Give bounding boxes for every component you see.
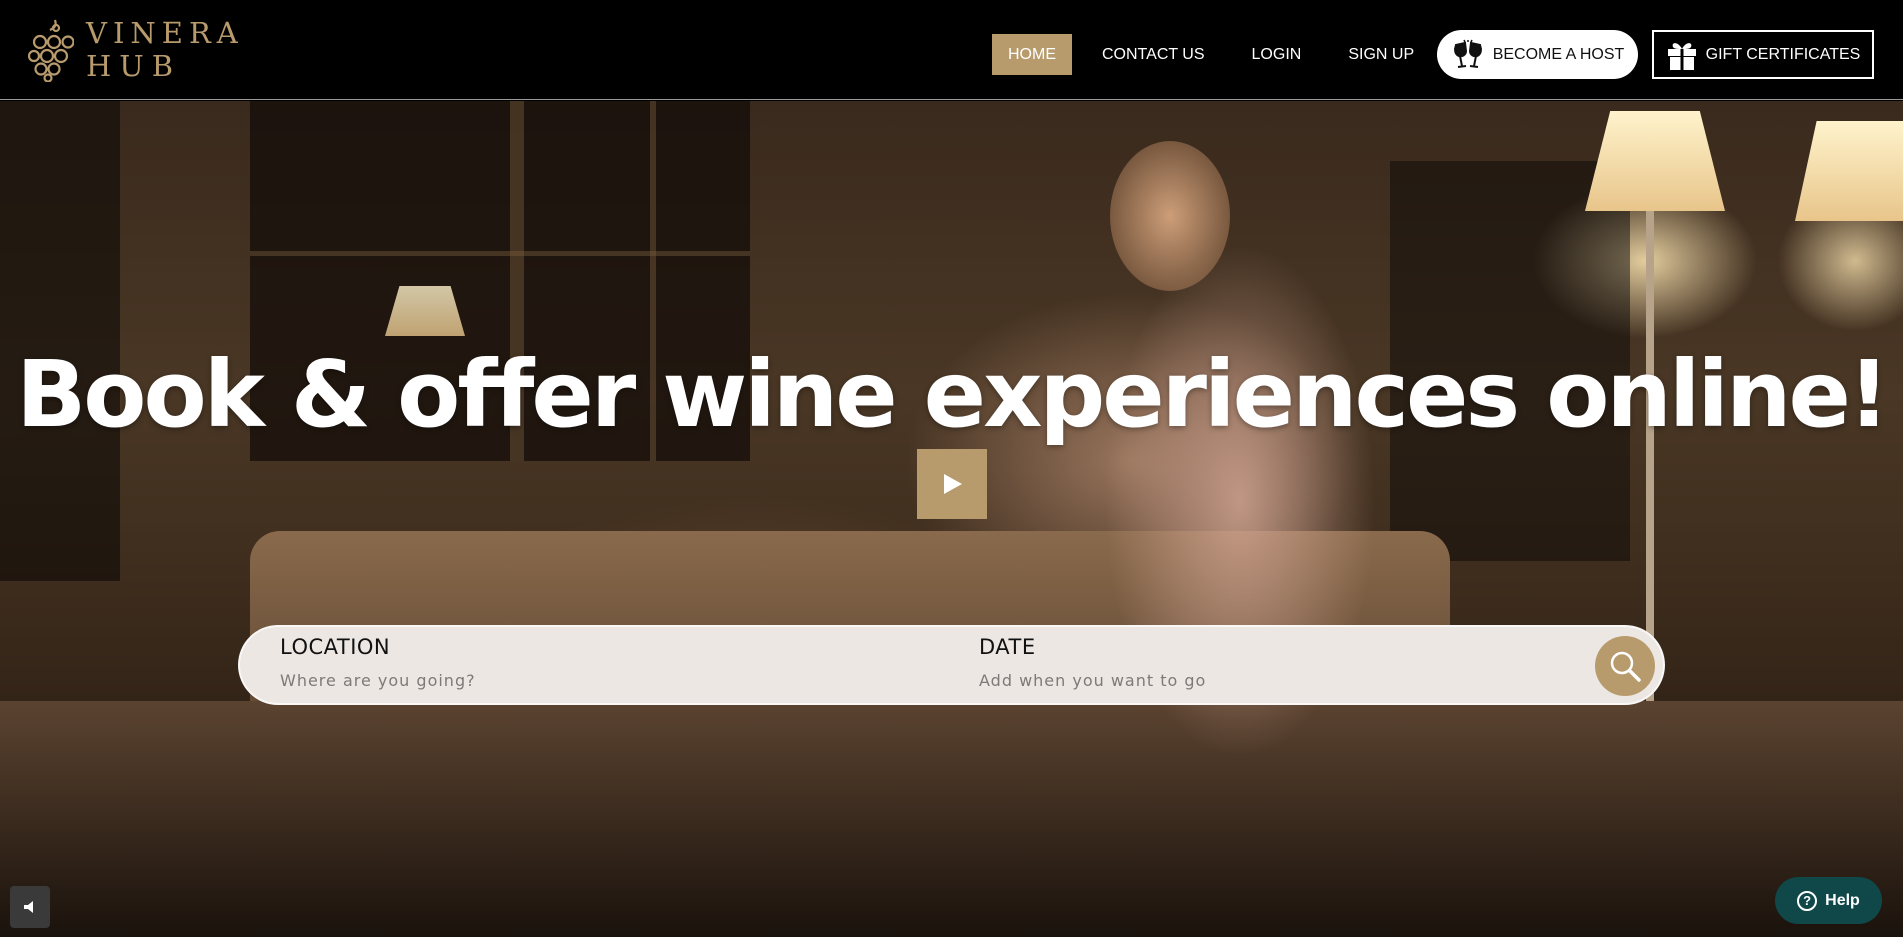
gift-certificates-label: GIFT CERTIFICATES (1705, 45, 1861, 63)
nav-login[interactable]: LOGIN (1236, 34, 1318, 75)
nav-links: HOME CONTACT US LOGIN SIGN UP (992, 34, 1430, 75)
logo-wordmark: VINERA HUB (86, 17, 244, 83)
nav-home[interactable]: HOME (992, 34, 1072, 75)
woman-head (1110, 141, 1230, 291)
location-placeholder[interactable]: Where are you going? (280, 671, 476, 690)
sofa-seat (0, 701, 1903, 937)
hero-headline: Book & offer wine experiences online! (16, 341, 1890, 448)
gift-icon (1667, 42, 1696, 70)
location-label: LOCATION (280, 635, 391, 659)
woman-with-wine-glass (1040, 141, 1440, 841)
gift-certificates-button[interactable]: GIFT CERTIFICATES (1652, 30, 1874, 79)
top-navbar: VINERA HUB HOME CONTACT US LOGIN SIGN UP… (0, 0, 1903, 100)
become-a-host-button[interactable]: BECOME A HOST (1437, 30, 1638, 79)
question-icon: ? (1797, 890, 1818, 911)
become-a-host-label: BECOME A HOST (1492, 45, 1625, 63)
help-button[interactable]: ? Help (1775, 877, 1882, 924)
play-icon (944, 474, 962, 494)
grapes-icon (28, 19, 74, 82)
nav-contact-us[interactable]: CONTACT US (1086, 34, 1221, 75)
vinera-hub-logo[interactable]: VINERA HUB (28, 17, 244, 83)
hero-video-background: Book & offer wine experiences online! (0, 101, 1903, 937)
window-frame (250, 251, 750, 256)
date-label: DATE (979, 635, 1036, 659)
date-field[interactable]: DATE Add when you want to go (979, 627, 1539, 707)
wine-glasses-icon (1453, 39, 1482, 68)
mute-toggle-button[interactable] (10, 886, 50, 928)
search-button[interactable] (1595, 636, 1655, 696)
magnifier-icon (1610, 651, 1641, 682)
logo-line-2: HUB (86, 49, 182, 83)
location-field[interactable]: LOCATION Where are you going? (280, 627, 940, 707)
help-label: Help (1825, 891, 1860, 909)
floor-lamp-shade (1795, 121, 1903, 221)
logo-line-1: VINERA (86, 16, 244, 50)
experience-search-bar: LOCATION Where are you going? DATE Add w… (238, 625, 1665, 705)
speaker-icon (24, 901, 33, 913)
date-placeholder[interactable]: Add when you want to go (979, 671, 1206, 690)
nav-sign-up[interactable]: SIGN UP (1332, 34, 1430, 75)
play-video-button[interactable] (917, 449, 987, 519)
floor-lamp-shade (1585, 111, 1725, 211)
